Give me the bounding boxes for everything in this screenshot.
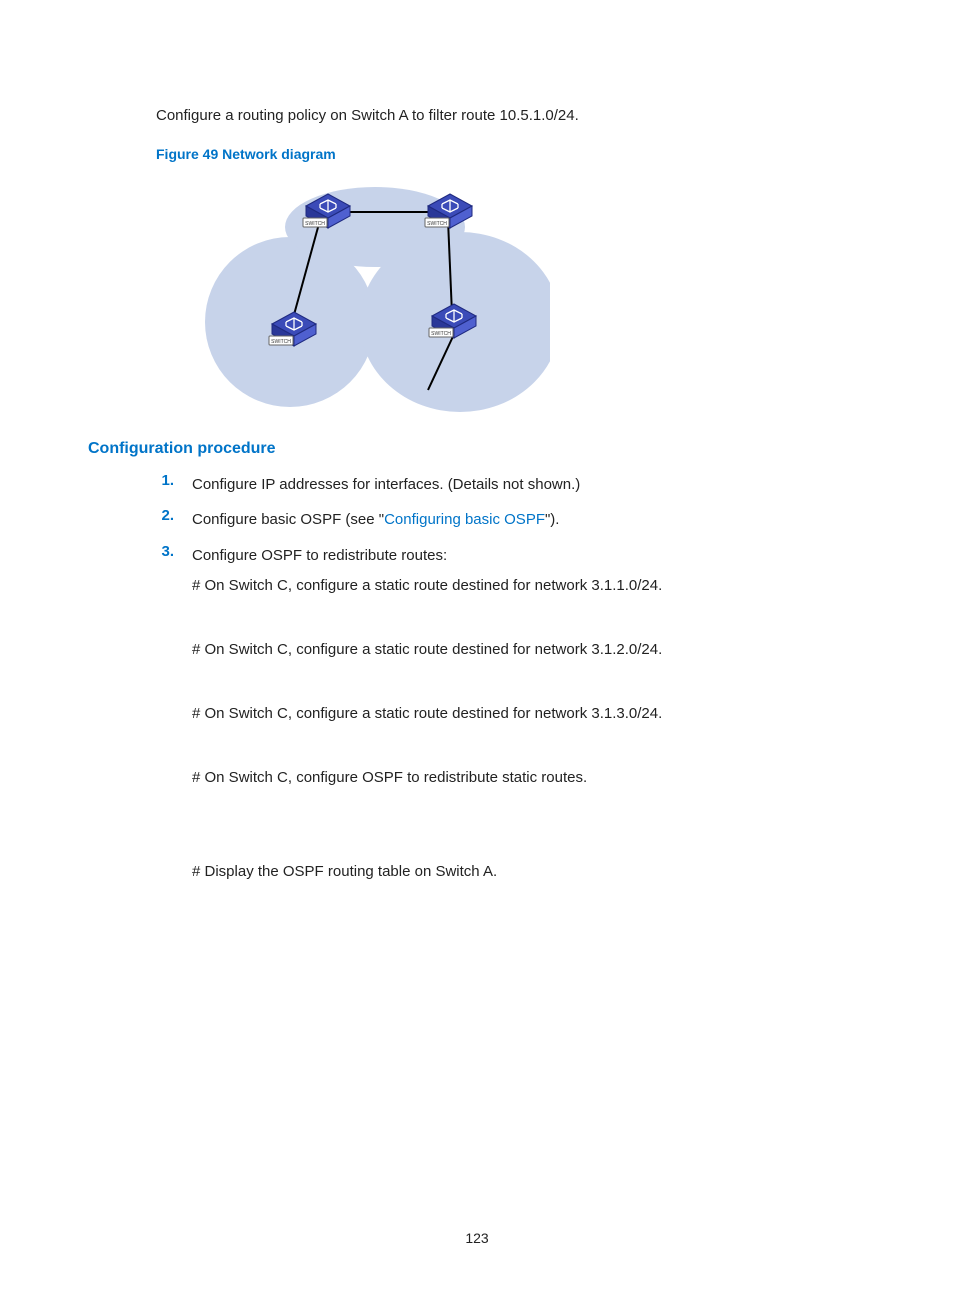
step-text: Configure OSPF to redistribute routes: #… — [192, 543, 866, 925]
substep-text: # On Switch C, configure a static route … — [192, 638, 866, 662]
step-prefix: Configure basic OSPF (see " — [192, 511, 384, 528]
step-number: 1. — [156, 472, 174, 498]
substep-text: # Display the OSPF routing table on Swit… — [192, 860, 866, 884]
intro-text: Configure a routing policy on Switch A t… — [156, 105, 866, 128]
substep-text: # On Switch C, configure a static route … — [192, 574, 866, 598]
svg-text:SWITCH: SWITCH — [431, 331, 451, 337]
link-configuring-basic-ospf[interactable]: Configuring basic OSPF — [384, 511, 545, 528]
figure-caption: Figure 49 Network diagram — [156, 146, 866, 162]
step3-lead: Configure OSPF to redistribute routes: — [192, 547, 447, 564]
step-number: 3. — [156, 543, 174, 925]
network-diagram: SWITCH SWITCH — [180, 172, 550, 412]
substep-text: # On Switch C, configure a static route … — [192, 702, 866, 726]
svg-text:SWITCH: SWITCH — [305, 221, 325, 227]
svg-text:SWITCH: SWITCH — [271, 339, 291, 345]
step-suffix: "). — [545, 511, 560, 528]
step-number: 2. — [156, 507, 174, 533]
step-text: Configure IP addresses for interfaces. (… — [192, 472, 866, 498]
step-text: Configure basic OSPF (see "Configuring b… — [192, 507, 866, 533]
svg-text:SWITCH: SWITCH — [427, 221, 447, 227]
substep-text: # On Switch C, configure OSPF to redistr… — [192, 766, 866, 790]
section-heading: Configuration procedure — [88, 440, 866, 458]
page-number: 123 — [0, 1230, 954, 1246]
